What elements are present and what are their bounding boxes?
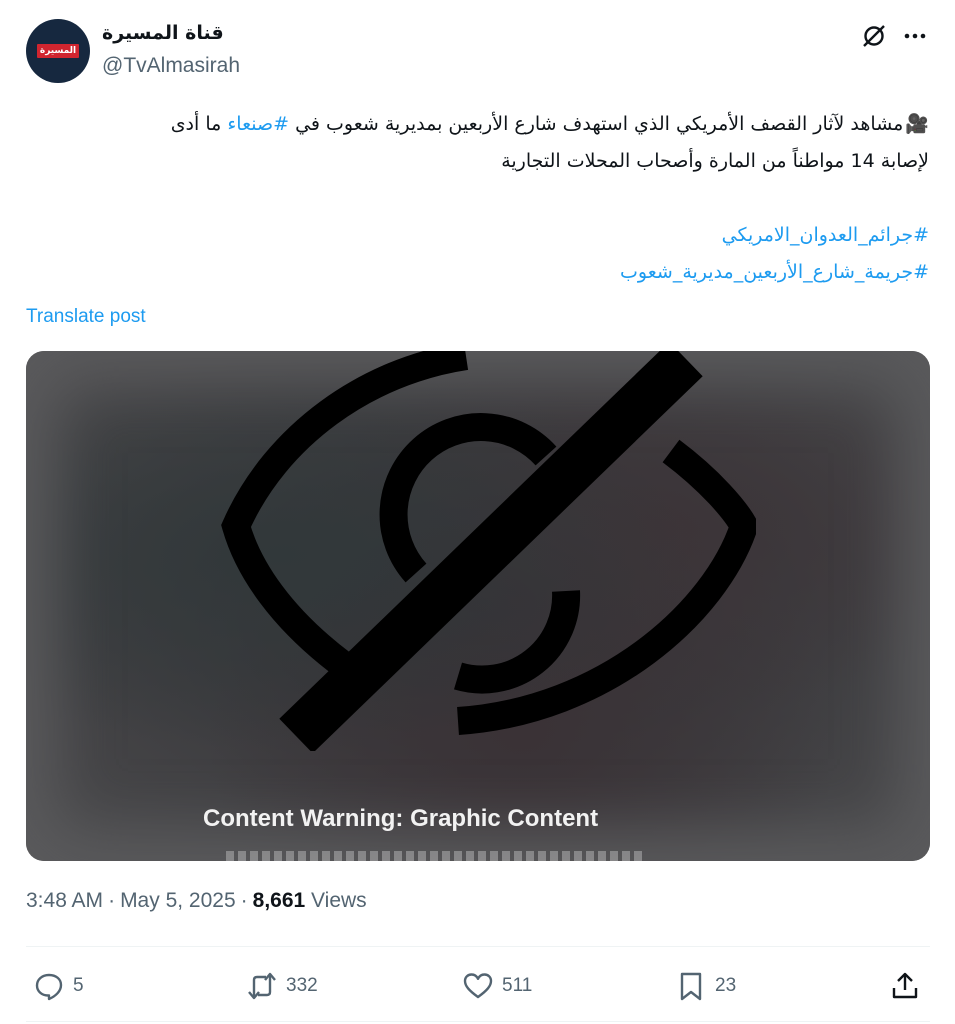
avatar[interactable]: المسيرة [26, 19, 90, 83]
translate-post-link[interactable]: Translate post [26, 306, 146, 328]
content-warning-subtext [226, 851, 646, 861]
tweet: المسيرة قناة المسيرة @TvAlmasirah 🎥مشاهد… [0, 0, 955, 1024]
divider [26, 1021, 930, 1022]
repost-count: 332 [286, 975, 318, 996]
share-icon [892, 972, 918, 999]
video-camera-emoji: 🎥 [905, 113, 929, 135]
author-display-name[interactable]: قناة المسيرة [102, 22, 224, 44]
post-meta: 3:48 AM · May 5, 2025 · 8,661 Views [26, 889, 367, 913]
author-handle[interactable]: @TvAlmasirah [102, 54, 240, 78]
views-label: Views [311, 889, 367, 912]
post-text-part: مشاهد لآثار القصف الأمريكي الذي استهدف ش… [289, 113, 904, 135]
channel-logo: المسيرة [37, 44, 79, 58]
heart-icon [463, 973, 493, 999]
divider [26, 946, 930, 947]
post-text: 🎥مشاهد لآثار القصف الأمريكي الذي استهدف … [26, 106, 929, 291]
eye-slash-icon [221, 351, 756, 751]
hashtag-link[interactable]: #جرائم_العدوان_الامريكي [26, 217, 929, 254]
bookmark-icon [680, 972, 702, 1001]
reply-icon [35, 973, 63, 1001]
bookmark-button[interactable]: 23 [675, 970, 736, 1002]
hashtag-link[interactable]: #جريمة_شارع_الأربعين_مديرية_شعوب [26, 254, 929, 291]
repost-button[interactable]: 332 [246, 970, 318, 1002]
hashtag-link[interactable]: #صنعاء [227, 113, 289, 135]
more-options-icon[interactable] [901, 22, 929, 50]
separator: · [108, 889, 116, 912]
like-count: 511 [502, 975, 533, 996]
reply-count: 5 [73, 975, 84, 996]
post-text-part: ما أدى [170, 113, 228, 135]
content-warning-label: Content Warning: Graphic Content [203, 805, 599, 832]
sensitive-media[interactable]: Content Warning: Graphic Content [26, 351, 930, 861]
post-time[interactable]: 3:48 AM [26, 889, 103, 912]
bookmark-count: 23 [715, 975, 737, 996]
share-button[interactable] [889, 970, 921, 1002]
reply-button[interactable]: 5 [33, 970, 84, 1002]
views-count: 8,661 [252, 889, 306, 912]
like-button[interactable]: 511 [462, 970, 532, 1002]
separator: · [240, 889, 248, 912]
repost-icon [248, 972, 276, 1000]
grok-icon[interactable] [860, 22, 888, 50]
post-date[interactable]: May 5, 2025 [120, 889, 236, 912]
post-line-1: 🎥مشاهد لآثار القصف الأمريكي الذي استهدف … [26, 106, 929, 143]
post-line-2: لإصابة 14 مواطناً من المارة وأصحاب المحل… [501, 150, 929, 172]
